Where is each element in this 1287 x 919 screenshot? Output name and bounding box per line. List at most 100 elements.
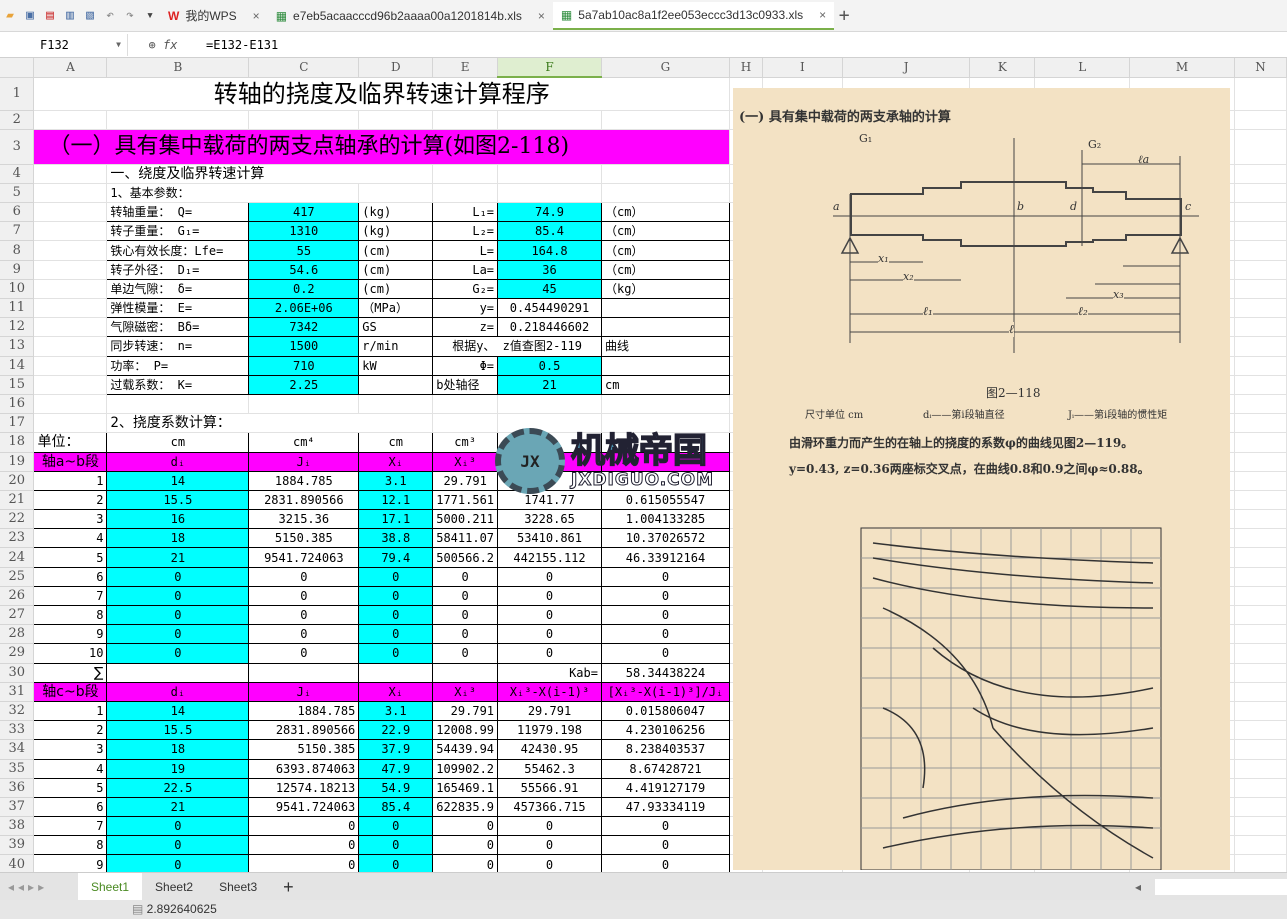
row-header[interactable]: 29 bbox=[0, 643, 35, 664]
column-header-F[interactable]: F bbox=[497, 58, 602, 78]
cell[interactable] bbox=[358, 183, 434, 204]
param-value[interactable]: 0.454490291 bbox=[497, 297, 602, 319]
cell[interactable]: 9541.724063 bbox=[248, 796, 360, 818]
cell[interactable]: 3215.36 bbox=[248, 509, 360, 530]
column-header-G[interactable]: G bbox=[601, 58, 730, 78]
cell[interactable] bbox=[1234, 547, 1287, 568]
param-value[interactable]: 36 bbox=[497, 259, 602, 280]
cell[interactable] bbox=[1234, 835, 1287, 856]
cell[interactable] bbox=[1234, 624, 1287, 645]
cell[interactable]: 14 bbox=[106, 700, 250, 722]
param-unit[interactable]: （cm） bbox=[600, 202, 730, 223]
cell[interactable]: 9541.724063 bbox=[248, 547, 360, 568]
cell[interactable] bbox=[1234, 77, 1287, 111]
row-header[interactable]: 35 bbox=[0, 759, 35, 779]
param-label[interactable]: z= bbox=[432, 317, 499, 338]
row-header[interactable]: 9 bbox=[0, 260, 35, 280]
cell[interactable]: 0 bbox=[358, 604, 434, 626]
cell[interactable]: 0 bbox=[248, 816, 360, 837]
cell[interactable]: cm bbox=[358, 432, 434, 453]
cell[interactable] bbox=[1234, 110, 1287, 130]
cell[interactable] bbox=[1234, 490, 1287, 511]
column-header-A[interactable]: A bbox=[33, 58, 108, 78]
column-header-K[interactable]: K bbox=[969, 58, 1036, 78]
row-header[interactable]: 16 bbox=[0, 394, 35, 415]
close-icon[interactable]: × bbox=[538, 9, 545, 23]
param-value[interactable]: 0.2 bbox=[248, 278, 360, 300]
zoom-formula-icon[interactable]: ⊕ bbox=[149, 38, 156, 52]
cell[interactable] bbox=[497, 110, 602, 130]
cell[interactable]: 0 bbox=[497, 604, 602, 626]
cell[interactable]: 1884.785 bbox=[248, 470, 360, 491]
cell[interactable]: 29.791 bbox=[432, 700, 499, 722]
cell[interactable]: 15.5 bbox=[106, 489, 250, 511]
column-heading[interactable]: 轴a~b段 bbox=[33, 451, 108, 472]
cell[interactable] bbox=[33, 317, 108, 338]
cell[interactable]: 0 bbox=[600, 624, 730, 645]
add-sheet-icon[interactable]: + bbox=[270, 873, 307, 901]
param-label[interactable]: 转轴重量： Q= bbox=[106, 202, 250, 223]
column-heading[interactable]: Jᵢ bbox=[248, 681, 360, 702]
save-icon[interactable]: ▣ bbox=[20, 6, 40, 26]
close-icon[interactable]: × bbox=[819, 8, 826, 22]
cell[interactable]: 1 bbox=[33, 700, 108, 722]
param-label[interactable]: La= bbox=[432, 259, 499, 280]
cell[interactable] bbox=[33, 260, 108, 280]
cell[interactable]: cm⁴ bbox=[248, 432, 360, 453]
cell[interactable]: 0 bbox=[600, 816, 730, 837]
cell[interactable]: 21 bbox=[106, 547, 250, 568]
cell[interactable]: 2831.890566 bbox=[248, 489, 360, 511]
param-unit[interactable]: (cm) bbox=[358, 278, 434, 300]
cell[interactable]: 0 bbox=[358, 816, 434, 837]
cell[interactable] bbox=[432, 394, 499, 415]
row-header[interactable]: 15 bbox=[0, 375, 35, 395]
param-note[interactable]: 根据y、 z值查图2-119 bbox=[432, 336, 602, 357]
cell[interactable] bbox=[33, 394, 108, 415]
new-tab-icon[interactable]: + bbox=[834, 5, 854, 26]
param-label[interactable]: L₂= bbox=[432, 221, 499, 242]
param-value[interactable]: 1500 bbox=[248, 336, 360, 357]
param-value[interactable]: 2.25 bbox=[248, 374, 360, 395]
cell[interactable]: 7 bbox=[33, 816, 108, 837]
row-header[interactable]: 19 bbox=[0, 452, 35, 472]
cell[interactable] bbox=[248, 110, 360, 130]
cell[interactable]: 58411.07 bbox=[432, 528, 499, 549]
cell[interactable] bbox=[358, 110, 434, 130]
param-label[interactable]: b处轴径 bbox=[432, 374, 499, 395]
param-unit[interactable] bbox=[600, 317, 730, 338]
cell[interactable]: 58.34438224 bbox=[600, 662, 730, 683]
cell[interactable]: 109902.2 bbox=[432, 758, 499, 779]
cell[interactable]: 5150.385 bbox=[248, 528, 360, 549]
column-heading[interactable]: dᵢ bbox=[106, 681, 250, 702]
param-value[interactable]: 0.218446602 bbox=[497, 317, 602, 338]
cell[interactable] bbox=[1234, 183, 1287, 204]
cell[interactable]: 0 bbox=[358, 643, 434, 664]
param-value[interactable]: 164.8 bbox=[497, 240, 602, 261]
param-value[interactable]: 54.6 bbox=[248, 259, 360, 280]
cell[interactable] bbox=[1234, 509, 1287, 530]
cell[interactable]: 0 bbox=[600, 585, 730, 607]
param-unit[interactable] bbox=[600, 355, 730, 376]
cell[interactable]: 17.1 bbox=[358, 509, 434, 530]
param-unit[interactable]: 曲线 bbox=[600, 336, 730, 357]
param-label[interactable]: L₁= bbox=[432, 202, 499, 223]
cell[interactable]: 11979.198 bbox=[497, 720, 602, 741]
cell[interactable] bbox=[1234, 528, 1287, 549]
param-label[interactable]: 转子重量： G₁= bbox=[106, 221, 250, 242]
tab-file-1[interactable]: ▦ e7eb5acaacccd96b2aaaa00a1201814b.xls × bbox=[268, 2, 553, 30]
sheet-tab-2[interactable]: Sheet2 bbox=[142, 873, 206, 901]
cell[interactable]: 55462.3 bbox=[497, 758, 602, 779]
cell[interactable] bbox=[1234, 317, 1287, 338]
cell[interactable]: 18 bbox=[106, 739, 250, 760]
cell[interactable] bbox=[1234, 682, 1287, 702]
cell[interactable]: 0 bbox=[248, 585, 360, 607]
param-unit[interactable]: GS bbox=[358, 317, 434, 338]
cell[interactable]: 0 bbox=[106, 835, 250, 856]
row-header[interactable]: 17 bbox=[0, 413, 35, 434]
redo-icon[interactable]: ↷ bbox=[120, 6, 140, 26]
cell[interactable]: 22.9 bbox=[358, 720, 434, 741]
column-header-B[interactable]: B bbox=[106, 58, 250, 78]
cell[interactable]: 2 bbox=[33, 489, 108, 511]
cell[interactable]: 0 bbox=[497, 643, 602, 664]
cell[interactable]: 0 bbox=[106, 585, 250, 607]
